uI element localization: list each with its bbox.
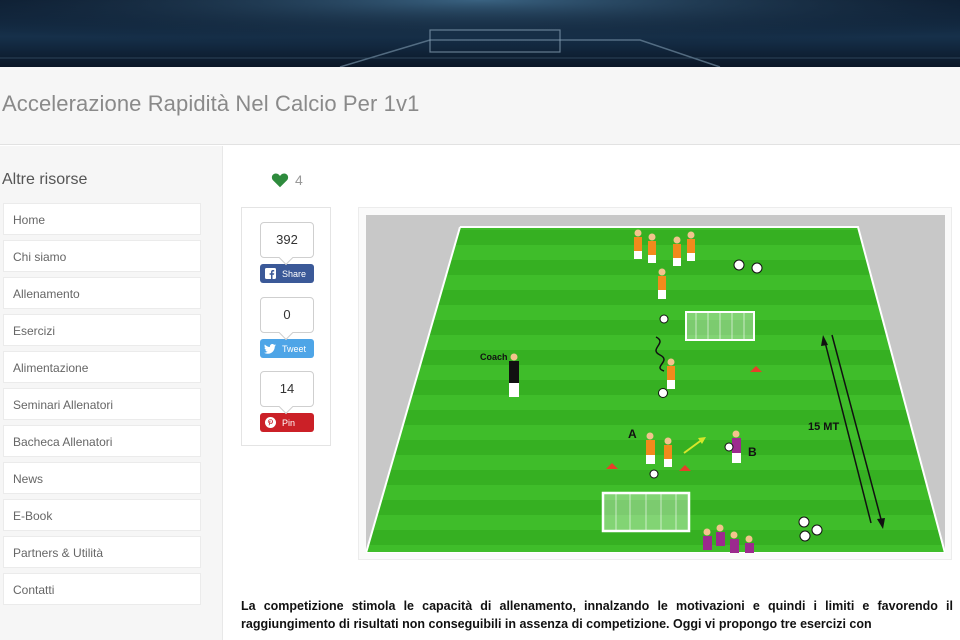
sidebar-item-esercizi[interactable]: Esercizi <box>3 314 201 346</box>
twitter-icon <box>264 343 276 355</box>
distance-label: 15 MT <box>808 421 839 433</box>
pinterest-share-count: 14 <box>260 371 314 407</box>
sidebar-item-chi-siamo[interactable]: Chi siamo <box>3 240 201 272</box>
sidebar-item-allenamento[interactable]: Allenamento <box>3 277 201 309</box>
facebook-share-group: 392 Share <box>260 222 314 283</box>
page-title: Accelerazione Rapidità Nel Calcio Per 1v… <box>2 91 420 116</box>
sidebar-item-e-book[interactable]: E-Book <box>3 499 201 531</box>
column-divider <box>222 146 223 640</box>
goal-top <box>685 311 755 341</box>
pinterest-icon <box>264 417 276 429</box>
pinterest-share-label: Pin <box>282 417 296 428</box>
sidebar-item-home[interactable]: Home <box>3 203 201 235</box>
twitter-share-group: 0 Tweet <box>260 297 314 358</box>
stadium-image <box>0 0 960 67</box>
sidebar-heading: Altre risorse <box>2 171 88 188</box>
sidebar-item-contatti[interactable]: Contatti <box>3 573 201 605</box>
facebook-icon <box>264 268 276 280</box>
sidebar-item-alimentazione[interactable]: Alimentazione <box>3 351 201 383</box>
sidebar-item-news[interactable]: News <box>3 462 201 494</box>
facebook-share-button[interactable]: Share <box>260 264 314 283</box>
pinterest-share-group: 14 Pin <box>260 371 314 432</box>
sidebar-item-bacheca-allenatori[interactable]: Bacheca Allenatori <box>3 425 201 457</box>
title-bar: Accelerazione Rapidità Nel Calcio Per 1v… <box>0 67 960 145</box>
label-b: B <box>748 445 757 459</box>
drill-diagram: Coach A B 15 MT <box>358 207 952 560</box>
pinterest-share-button[interactable]: Pin <box>260 413 314 432</box>
article-paragraph: La competizione stimola le capacità di a… <box>241 599 953 631</box>
label-a: A <box>628 427 637 441</box>
facebook-share-count: 392 <box>260 222 314 258</box>
twitter-share-button[interactable]: Tweet <box>260 339 314 358</box>
coach-label: Coach <box>480 352 508 362</box>
heart-icon <box>271 173 289 188</box>
sidebar-nav: Home Chi siamo Allenamento Esercizi Alim… <box>3 203 201 610</box>
sidebar-item-seminari-allenatori[interactable]: Seminari Allenatori <box>3 388 201 420</box>
goal-bottom <box>601 491 691 533</box>
football-pitch-illustration: Coach A B 15 MT <box>366 215 945 553</box>
twitter-share-count: 0 <box>260 297 314 333</box>
share-panel: 392 Share 0 Tweet 14 Pin <box>241 207 331 446</box>
like-button[interactable]: 4 <box>271 171 303 189</box>
twitter-share-label: Tweet <box>282 343 307 354</box>
sidebar: Altre risorse Home Chi siamo Allenamento… <box>0 146 222 640</box>
sidebar-item-partners[interactable]: Partners & Utilità <box>3 536 201 568</box>
like-count: 4 <box>295 172 303 188</box>
header-banner <box>0 0 960 67</box>
facebook-share-label: Share <box>282 268 307 279</box>
